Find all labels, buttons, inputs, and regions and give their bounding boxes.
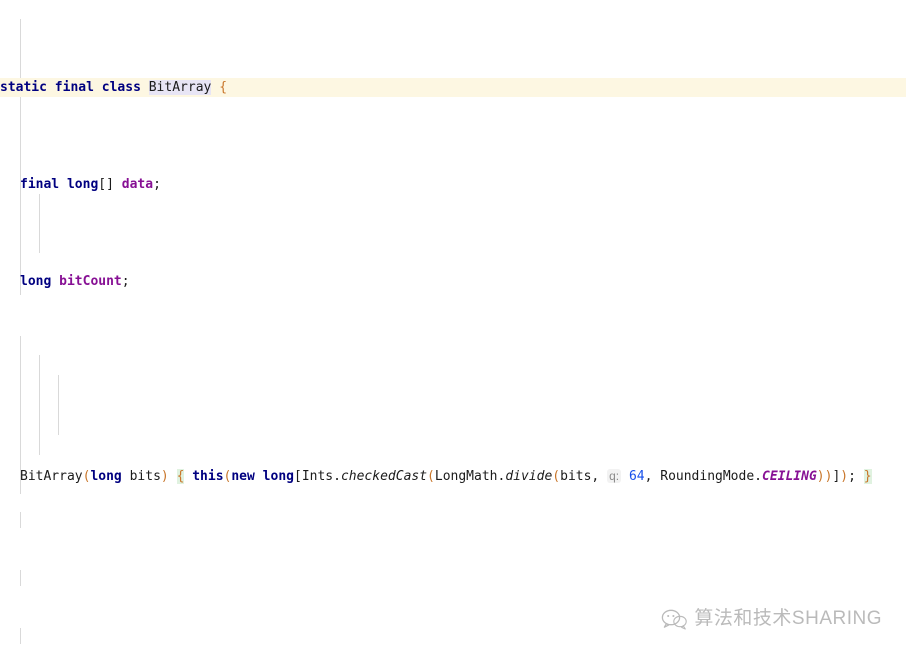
watermark-text: 算法和技术SHARING — [694, 608, 882, 630]
code-editor[interactable]: static final class BitArray { final long… — [0, 0, 906, 646]
class-name-token: BitArray — [148, 79, 212, 95]
code-line[interactable] — [0, 370, 906, 389]
code-line[interactable]: final long[] data; — [0, 175, 906, 194]
source-code[interactable]: static final class BitArray { final long… — [0, 0, 906, 646]
code-line[interactable]: static final class BitArray { — [0, 77, 906, 98]
inlay-hint-q: q: — [607, 468, 622, 483]
code-line[interactable]: BitArray(long bits) { this(new long[Ints… — [0, 467, 906, 486]
code-line[interactable]: long bitCount; — [0, 272, 906, 291]
wechat-speech-bubble-icon — [661, 608, 688, 630]
watermark: 算法和技术SHARING — [661, 608, 882, 630]
code-line[interactable] — [0, 564, 906, 583]
